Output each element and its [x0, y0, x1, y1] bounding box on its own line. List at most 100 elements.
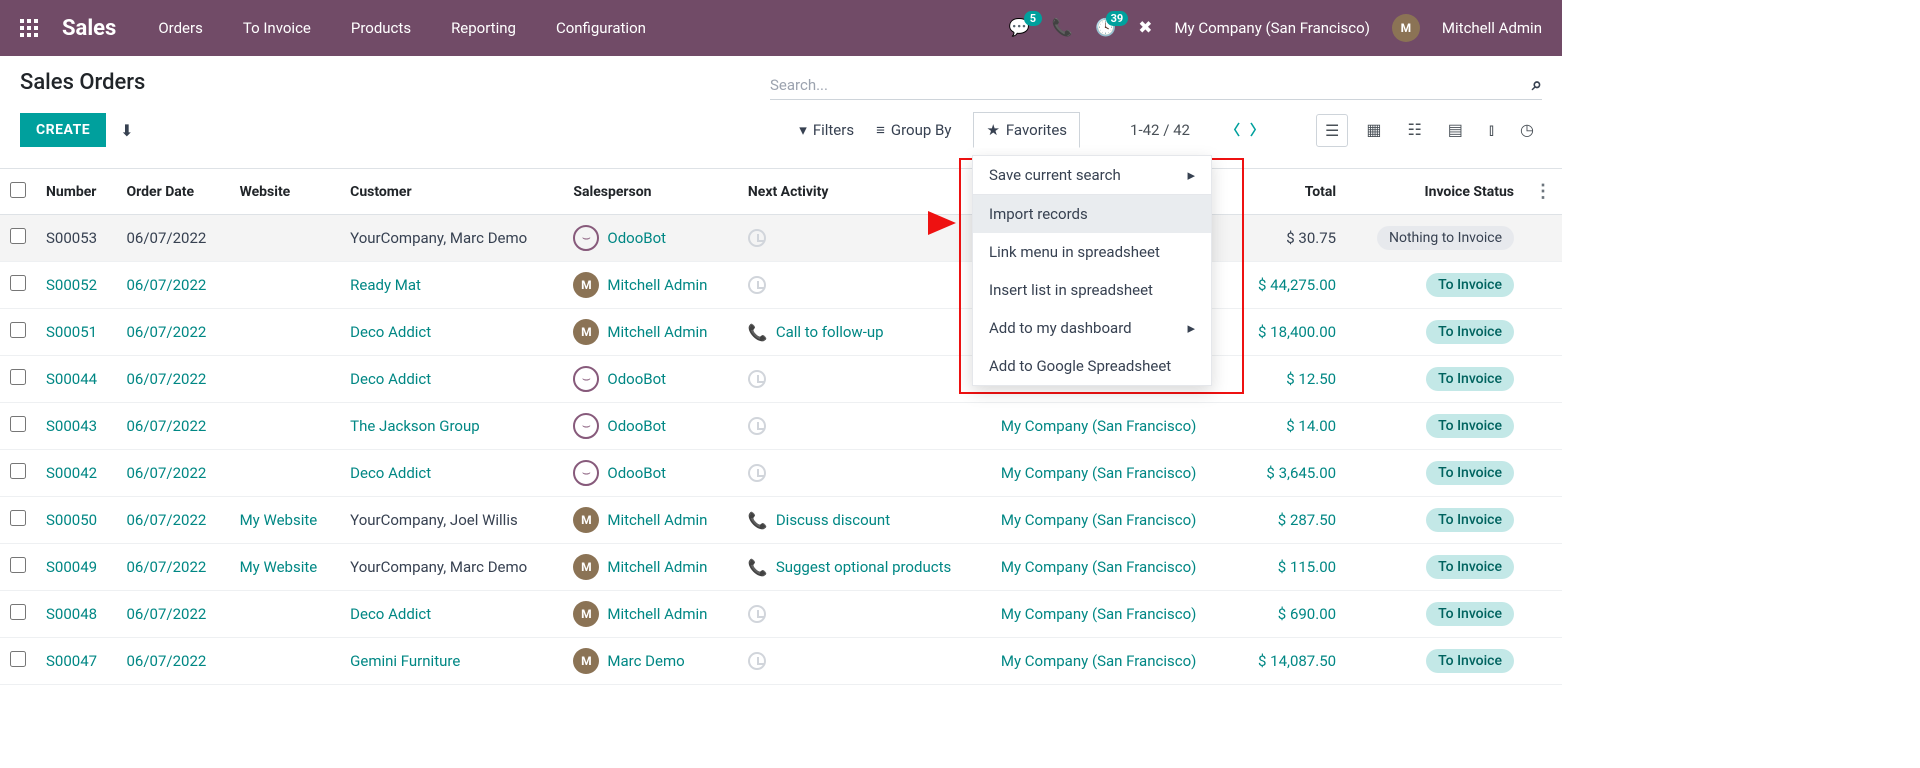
- salesperson[interactable]: Mitchell Admin: [607, 605, 707, 623]
- fav-save-search[interactable]: Save current search▸: [973, 156, 1211, 194]
- table-row[interactable]: S0004706/07/2022Gemini FurnitureMMarc De…: [0, 638, 1562, 685]
- search-icon[interactable]: ⌕: [1532, 74, 1542, 95]
- nav-to-invoice[interactable]: To Invoice: [243, 19, 311, 37]
- table-row[interactable]: S0005306/07/2022YourCompany, Marc DemoOd…: [0, 215, 1562, 262]
- table-row[interactable]: S0005006/07/2022My WebsiteYourCompany, J…: [0, 497, 1562, 544]
- row-checkbox[interactable]: [10, 651, 26, 667]
- order-number[interactable]: S00052: [46, 276, 97, 294]
- nav-configuration[interactable]: Configuration: [556, 19, 646, 37]
- company[interactable]: My Company (San Francisco): [1001, 605, 1196, 623]
- user-avatar[interactable]: M: [1392, 14, 1420, 42]
- apps-icon[interactable]: [20, 19, 38, 37]
- order-number[interactable]: S00051: [46, 323, 97, 341]
- view-kanban[interactable]: ▦: [1358, 114, 1389, 147]
- col-order-date[interactable]: Order Date: [117, 169, 230, 215]
- tools-icon[interactable]: ✖: [1138, 18, 1152, 38]
- salesperson[interactable]: Mitchell Admin: [607, 323, 707, 341]
- search-bar[interactable]: ⌕: [770, 70, 1542, 100]
- table-row[interactable]: S0004406/07/2022Deco AddictOdooBot$ 12.5…: [0, 356, 1562, 403]
- upload-icon[interactable]: ⬇: [120, 121, 133, 140]
- next-activity[interactable]: [748, 276, 981, 294]
- fav-insert-list[interactable]: Insert list in spreadsheet: [973, 271, 1211, 309]
- search-input[interactable]: [770, 76, 1532, 94]
- customer[interactable]: Deco Addict: [350, 464, 431, 482]
- fav-add-dashboard[interactable]: Add to my dashboard▸: [973, 309, 1211, 347]
- row-checkbox[interactable]: [10, 463, 26, 479]
- view-activity[interactable]: ◷: [1512, 114, 1542, 147]
- table-row[interactable]: S0005106/07/2022Deco AddictMMitchell Adm…: [0, 309, 1562, 356]
- next-activity[interactable]: 📞Suggest optional products: [748, 558, 981, 577]
- order-number[interactable]: S00048: [46, 605, 97, 623]
- row-checkbox[interactable]: [10, 416, 26, 432]
- view-list[interactable]: ☰: [1316, 114, 1348, 147]
- row-checkbox[interactable]: [10, 322, 26, 338]
- customer[interactable]: YourCompany, Marc Demo: [350, 229, 527, 247]
- customer[interactable]: Deco Addict: [350, 323, 431, 341]
- customer[interactable]: Deco Addict: [350, 370, 431, 388]
- row-checkbox[interactable]: [10, 275, 26, 291]
- fav-import-records[interactable]: Import records: [973, 195, 1211, 233]
- col-total[interactable]: Total: [1235, 169, 1346, 215]
- customer[interactable]: Ready Mat: [350, 276, 421, 294]
- company[interactable]: My Company (San Francisco): [1001, 464, 1196, 482]
- row-checkbox[interactable]: [10, 510, 26, 526]
- next-activity[interactable]: [748, 605, 981, 623]
- pager-prev[interactable]: 〈: [1226, 120, 1240, 140]
- fav-add-google[interactable]: Add to Google Spreadsheet: [973, 347, 1211, 385]
- table-row[interactable]: S0004906/07/2022My WebsiteYourCompany, M…: [0, 544, 1562, 591]
- next-activity[interactable]: 📞Call to follow-up: [748, 323, 981, 342]
- col-website[interactable]: Website: [230, 169, 341, 215]
- table-row[interactable]: S0004206/07/2022Deco AddictOdooBotMy Com…: [0, 450, 1562, 497]
- next-activity[interactable]: [748, 652, 981, 670]
- row-checkbox[interactable]: [10, 557, 26, 573]
- next-activity[interactable]: [748, 370, 981, 388]
- customer[interactable]: The Jackson Group: [350, 417, 479, 435]
- fav-link-spreadsheet[interactable]: Link menu in spreadsheet: [973, 233, 1211, 271]
- customer[interactable]: YourCompany, Joel Willis: [350, 511, 518, 529]
- salesperson[interactable]: OdooBot: [607, 370, 666, 388]
- messages-icon[interactable]: 💬5: [1009, 18, 1030, 38]
- order-number[interactable]: S00044: [46, 370, 97, 388]
- order-number[interactable]: S00043: [46, 417, 97, 435]
- create-button[interactable]: CREATE: [20, 113, 106, 147]
- table-row[interactable]: S0004806/07/2022Deco AddictMMitchell Adm…: [0, 591, 1562, 638]
- order-number[interactable]: S00050: [46, 511, 97, 529]
- salesperson[interactable]: Mitchell Admin: [607, 558, 707, 576]
- table-row[interactable]: S0004306/07/2022The Jackson GroupOdooBot…: [0, 403, 1562, 450]
- customer[interactable]: YourCompany, Marc Demo: [350, 558, 527, 576]
- user-name[interactable]: Mitchell Admin: [1442, 19, 1542, 37]
- view-pivot[interactable]: ▤: [1440, 114, 1471, 147]
- app-brand[interactable]: Sales: [62, 16, 116, 41]
- nav-orders[interactable]: Orders: [158, 19, 203, 37]
- company[interactable]: My Company (San Francisco): [1001, 652, 1196, 670]
- columns-kebab-icon[interactable]: ⋮: [1534, 181, 1552, 202]
- company-switcher[interactable]: My Company (San Francisco): [1174, 19, 1369, 37]
- phone-icon[interactable]: 📞: [1052, 18, 1073, 38]
- col-number[interactable]: Number: [36, 169, 117, 215]
- salesperson[interactable]: Mitchell Admin: [607, 511, 707, 529]
- website[interactable]: My Website: [240, 511, 318, 529]
- view-graph[interactable]: ⫾: [1481, 114, 1502, 147]
- pager-next[interactable]: 〉: [1250, 120, 1264, 140]
- salesperson[interactable]: OdooBot: [607, 464, 666, 482]
- salesperson[interactable]: Marc Demo: [607, 652, 684, 670]
- select-all-checkbox[interactable]: [10, 182, 26, 198]
- order-number[interactable]: S00047: [46, 652, 97, 670]
- col-invoice-status[interactable]: Invoice Status: [1346, 169, 1524, 215]
- nav-reporting[interactable]: Reporting: [451, 19, 516, 37]
- col-customer[interactable]: Customer: [340, 169, 563, 215]
- salesperson[interactable]: OdooBot: [607, 417, 666, 435]
- order-number[interactable]: S00042: [46, 464, 97, 482]
- order-number[interactable]: S00053: [46, 229, 97, 247]
- company[interactable]: My Company (San Francisco): [1001, 558, 1196, 576]
- row-checkbox[interactable]: [10, 228, 26, 244]
- next-activity[interactable]: [748, 464, 981, 482]
- next-activity[interactable]: 📞Discuss discount: [748, 511, 981, 530]
- filters-button[interactable]: ▾Filters: [799, 121, 854, 139]
- website[interactable]: My Website: [240, 558, 318, 576]
- table-row[interactable]: S0005206/07/2022Ready MatMMitchell Admin…: [0, 262, 1562, 309]
- company[interactable]: My Company (San Francisco): [1001, 511, 1196, 529]
- activities-icon[interactable]: 🕓39: [1095, 18, 1116, 38]
- view-calendar[interactable]: ☷: [1399, 114, 1429, 147]
- customer[interactable]: Gemini Furniture: [350, 652, 460, 670]
